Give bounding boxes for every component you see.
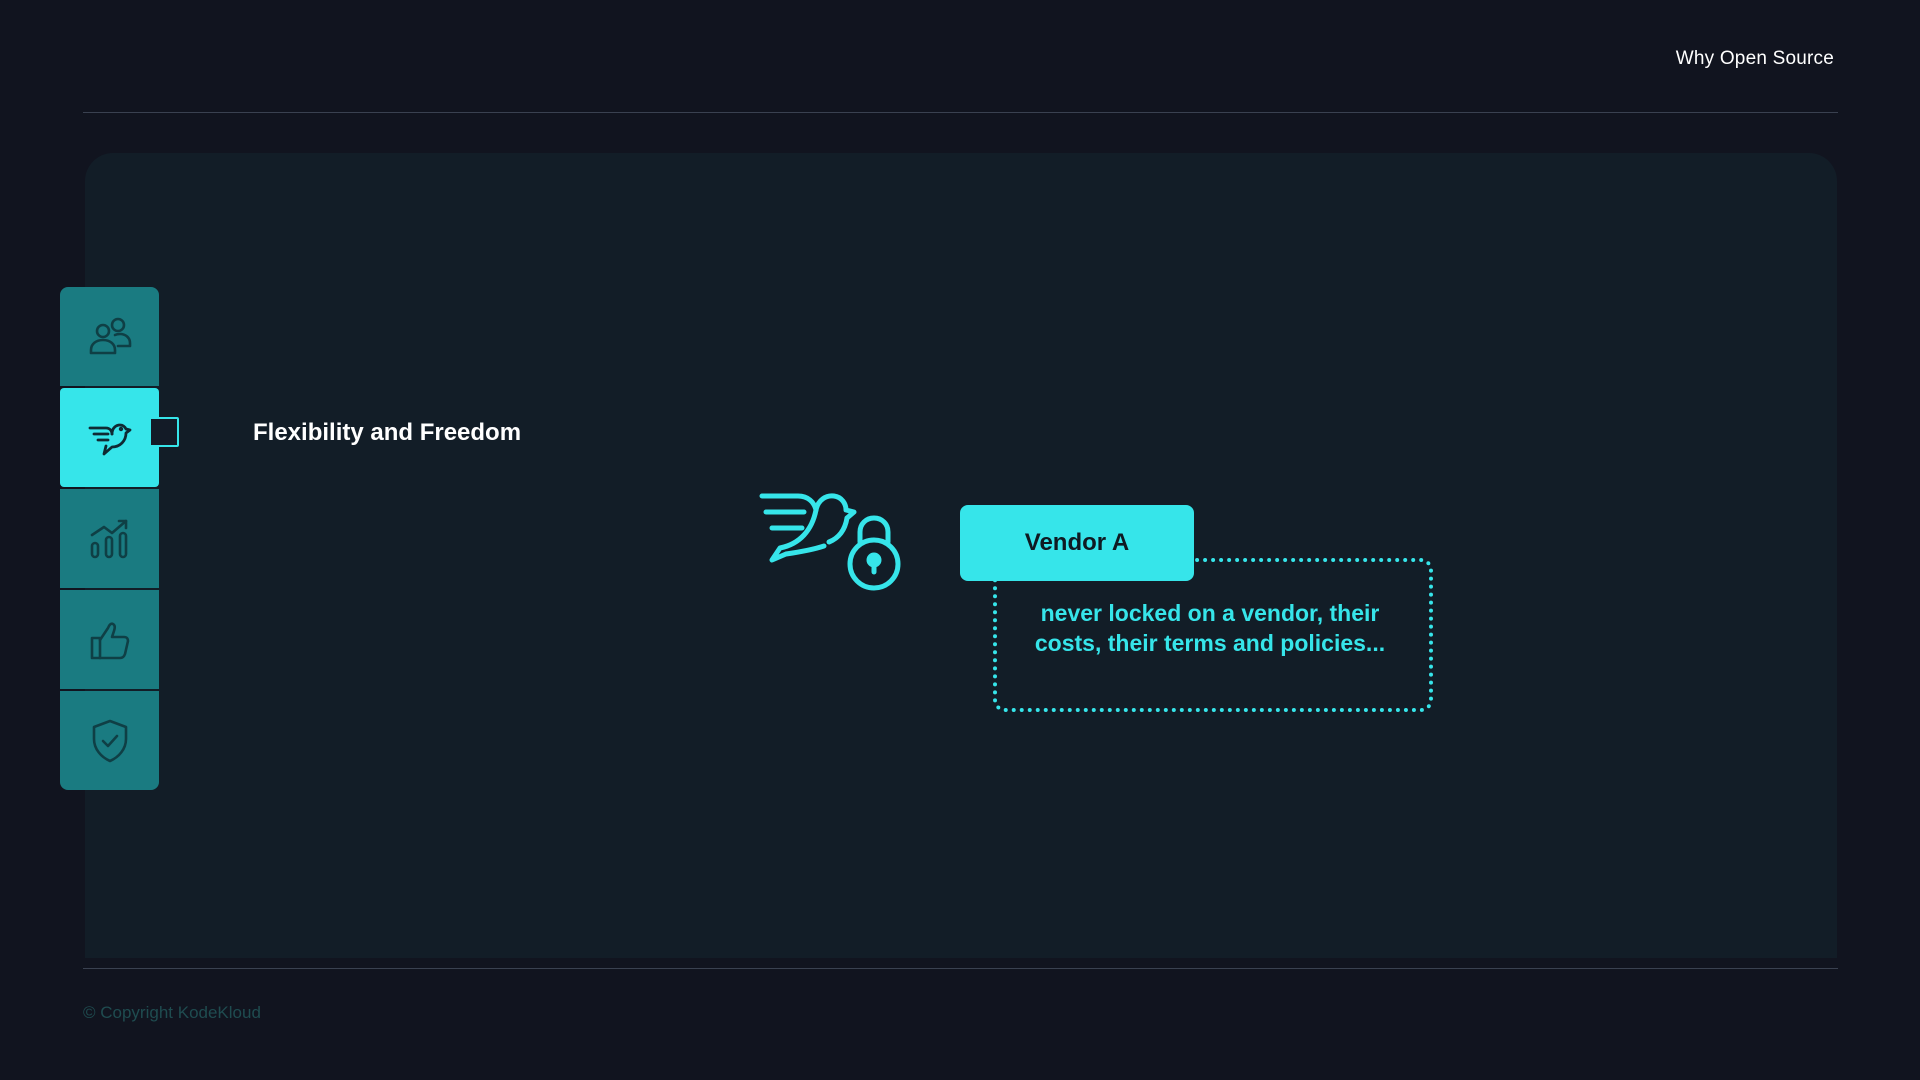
shield-check-icon [92,719,127,762]
header-title: Why Open Source [1675,48,1834,69]
vendor-label: Vendor A [960,505,1194,581]
sidebar-item-growth[interactable] [60,489,159,588]
sidebar-item-approval[interactable] [60,590,159,689]
thumbs-up-icon [90,621,129,659]
sidebar [60,287,159,790]
bottom-divider [83,968,1838,969]
dove-lock-icon [759,493,901,591]
dove-icon [88,423,131,455]
sidebar-item-security[interactable] [60,691,159,790]
slide: Why Open Source Flexibility and Freedom … [0,0,1920,1080]
vendor-description: never locked on a vendor, their costs, t… [1034,600,1386,656]
sidebar-item-community[interactable] [60,287,159,386]
copyright-text: © Copyright KodeKloud [83,1003,261,1022]
sidebar-item-flexibility[interactable] [60,388,159,487]
growth-chart-icon [90,519,127,558]
people-icon [89,317,131,354]
active-item-marker [149,417,179,447]
section-title: Flexibility and Freedom [253,419,522,446]
top-divider [83,112,1838,113]
